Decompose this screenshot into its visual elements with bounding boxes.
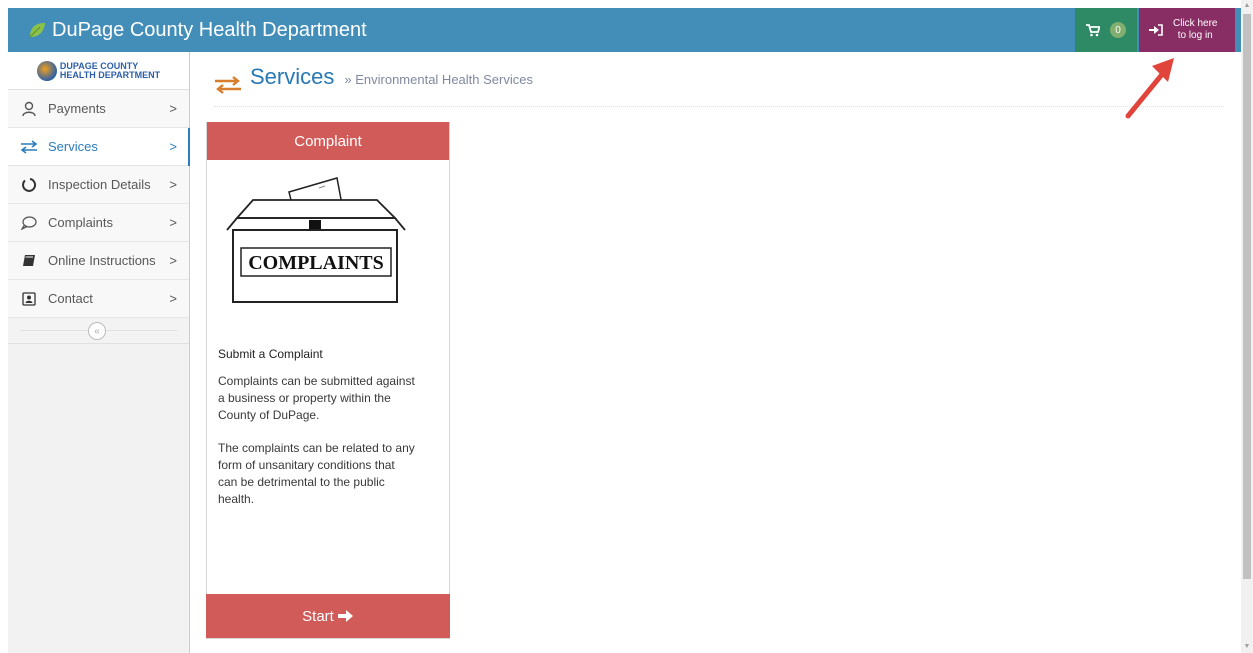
page-title: Services — [250, 64, 335, 89]
sidebar-item-label: Complaints — [48, 215, 114, 230]
sidebar: DUPAGE COUNTY HEALTH DEPARTMENT Payments… — [8, 52, 190, 653]
sidebar-logo[interactable]: DUPAGE COUNTY HEALTH DEPARTMENT — [8, 52, 189, 90]
scroll-down-icon[interactable]: ▼ — [1243, 643, 1251, 651]
page-header: Services » Environmental Health Services — [214, 64, 1224, 107]
scroll-up-icon[interactable]: ▲ — [1243, 2, 1251, 10]
desc-line: a business or property within the — [218, 391, 391, 405]
start-label: Start — [302, 607, 334, 625]
chevron-right-icon: > — [169, 139, 177, 154]
desc-line: Complaints can be submitted against — [218, 374, 415, 388]
chevron-right-icon: > — [169, 291, 177, 306]
desc-line: County of DuPage. — [218, 408, 320, 422]
chevron-right-icon: > — [169, 177, 177, 192]
sign-in-icon — [1149, 24, 1163, 36]
top-navbar: DuPage County Health Department 0 Click … — [8, 8, 1241, 52]
speech-bubble-icon — [20, 214, 38, 232]
sidebar-item-complaints[interactable]: Complaints > — [8, 204, 189, 242]
desc-line: form of unsanitary conditions that — [218, 458, 395, 472]
desc-line: health. — [218, 492, 255, 506]
card-description-2: The complaints can be related to any for… — [218, 440, 440, 508]
sidebar-item-label: Services — [48, 139, 98, 154]
sidebar-item-payments[interactable]: Payments > — [8, 90, 189, 128]
complaints-label: COMPLAINTS — [248, 252, 384, 274]
brand-link[interactable]: DuPage County Health Department — [28, 8, 367, 52]
chevron-right-icon: > — [169, 215, 177, 230]
leaf-icon — [29, 23, 45, 38]
chevron-right-icon: > — [169, 101, 177, 116]
book-icon — [20, 252, 38, 270]
sidebar-collapse: « — [8, 318, 189, 344]
scroll-thumb[interactable] — [1243, 14, 1251, 579]
login-line-1: Click here — [1173, 18, 1218, 29]
card-header: Complaint — [207, 122, 449, 160]
arrow-right-icon — [337, 610, 353, 622]
sidebar-item-label: Payments — [48, 101, 106, 116]
breadcrumb-separator: » — [344, 72, 352, 87]
sidebar-item-online-instructions[interactable]: Online Instructions > — [8, 242, 189, 280]
exchange-icon — [20, 138, 38, 156]
sidebar-item-label: Online Instructions — [48, 253, 156, 268]
sidebar-item-services[interactable]: Services > — [8, 128, 190, 166]
shopping-cart-icon — [1086, 23, 1100, 36]
sidebar-item-label: Contact — [48, 291, 93, 306]
logo-line-2: HEALTH DEPARTMENT — [59, 69, 161, 80]
login-text: Click here to log in — [1173, 18, 1217, 42]
logo-text: DUPAGE COUNTY HEALTH DEPARTMENT — [59, 61, 161, 80]
sidebar-item-contact[interactable]: Contact > — [8, 280, 189, 318]
globe-logo-icon — [36, 60, 57, 81]
complaint-card: Complaint COMPLAINTS Submit a Complaint … — [206, 122, 450, 639]
card-description-1: Complaints can be submitted against a bu… — [218, 373, 440, 424]
exchange-icon — [215, 76, 241, 94]
user-icon — [20, 100, 38, 118]
brand-title: DuPage County Health Department — [52, 18, 367, 41]
cart-button[interactable]: 0 — [1075, 8, 1137, 52]
circle-notch-icon — [20, 176, 38, 194]
desc-line: The complaints can be related to any — [218, 441, 415, 455]
card-title: Submit a Complaint — [218, 347, 323, 361]
login-button[interactable]: Click here to log in — [1139, 8, 1235, 52]
desc-line: can be detrimental to the public — [218, 475, 385, 489]
complaint-box-illustration: COMPLAINTS — [226, 177, 406, 303]
sidebar-item-inspection-details[interactable]: Inspection Details > — [8, 166, 189, 204]
sidebar-item-label: Inspection Details — [48, 177, 151, 192]
collapse-sidebar-button[interactable]: « — [88, 322, 106, 340]
contact-card-icon — [20, 290, 38, 308]
login-line-2: to log in — [1177, 30, 1213, 41]
breadcrumb: » Environmental Health Services — [344, 72, 533, 87]
cart-count-badge: 0 — [1110, 22, 1126, 38]
page-subtitle: Environmental Health Services — [355, 72, 533, 87]
page-scrollbar[interactable]: ▲ ▼ — [1241, 0, 1253, 653]
start-button[interactable]: Start — [206, 594, 450, 638]
annotation-arrow-icon — [1125, 58, 1174, 119]
chevron-right-icon: > — [169, 253, 177, 268]
